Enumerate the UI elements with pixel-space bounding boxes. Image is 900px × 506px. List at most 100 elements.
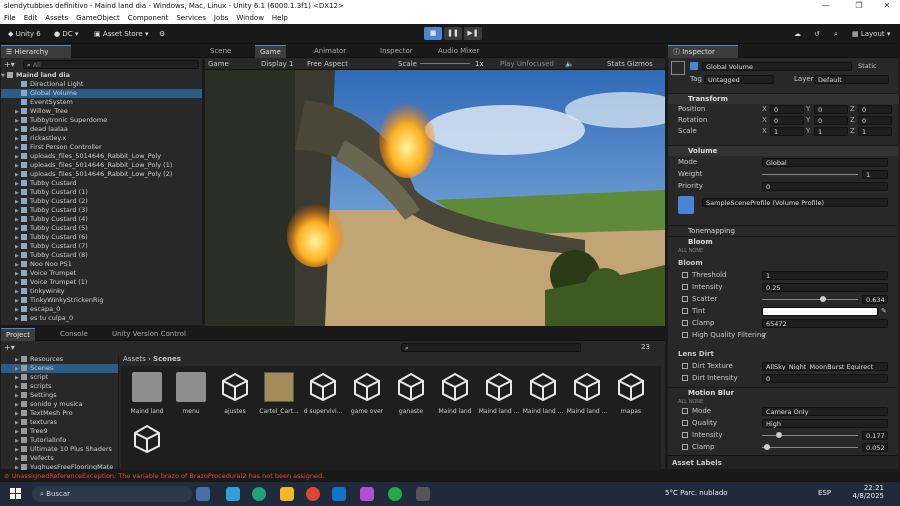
bloom-header[interactable]: Bloom (668, 236, 899, 247)
override-checkbox[interactable] (682, 320, 688, 326)
aspect-dropdown[interactable]: Free Aspect (307, 60, 348, 68)
motion-blur-quality-dropdown[interactable]: High (762, 419, 888, 428)
bloom-all-none[interactable]: ALL NONE (678, 248, 703, 254)
bloom-clamp-field[interactable]: 65472 (762, 319, 888, 328)
volume-header[interactable]: Volume (668, 145, 899, 156)
hierarchy-item[interactable]: ▶ Tubby Custard (5) (1, 224, 202, 233)
transform-scale-y[interactable]: 1 (814, 127, 848, 136)
override-checkbox[interactable] (682, 332, 688, 338)
asset-item[interactable]: menu (169, 372, 213, 415)
asset-item[interactable]: Maind land ... (521, 372, 565, 415)
outlook-icon[interactable] (332, 487, 346, 501)
chrome-icon[interactable] (306, 487, 320, 501)
volume-weight-field[interactable]: 1 (862, 170, 888, 179)
folder-item[interactable]: ▶ Scenes (1, 364, 118, 373)
volume-mode-dropdown[interactable]: Global (762, 158, 888, 167)
motion-blur-clamp-field[interactable]: 0.052 (862, 443, 888, 452)
language-indicator[interactable]: ESP (818, 489, 831, 497)
layer-dropdown[interactable]: Default (814, 75, 889, 84)
clock[interactable]: 22:21 4/8/2025 (850, 484, 884, 500)
display-dropdown[interactable]: Display 1 (261, 60, 293, 68)
cloud-icon[interactable]: ☁ (790, 27, 805, 41)
hierarchy-item[interactable]: ▶ Tubby Custard (7) (1, 242, 202, 251)
chrome-alt-icon[interactable] (388, 487, 402, 501)
hierarchy-item[interactable]: ▶ Tubby Custard (6) (1, 233, 202, 242)
menu-help[interactable]: Help (268, 12, 292, 24)
menu-window[interactable]: Window (232, 12, 268, 24)
slider-thumb[interactable] (819, 296, 826, 302)
cloud-tools-icon[interactable]: ⚙ (155, 27, 171, 41)
hierarchy-item[interactable]: ▶ First Person Controller (1, 143, 202, 152)
override-checkbox[interactable] (682, 296, 688, 302)
menu-services[interactable]: Services (172, 12, 210, 24)
status-bar[interactable]: ⊘ UnassignedReferenceException: The vari… (0, 470, 900, 482)
search-icon[interactable]: ⌕ (830, 27, 842, 41)
asset-item[interactable]: mapas (609, 372, 653, 415)
transform-position-z[interactable]: 0 (858, 105, 892, 114)
override-checkbox[interactable] (682, 308, 688, 314)
scale-slider[interactable] (420, 63, 470, 64)
project-search-input[interactable]: ⌕ (401, 343, 581, 352)
play-button[interactable]: ■ (424, 27, 442, 40)
transform-rotation-z[interactable]: 0 (858, 116, 892, 125)
folder-icon[interactable] (280, 487, 294, 501)
asset-item[interactable]: Maind land (433, 372, 477, 415)
history-icon[interactable]: ↺ (810, 27, 824, 41)
asset-item[interactable]: d supervivi... (301, 372, 345, 415)
motion-blur-all-none[interactable]: ALL NONE (678, 399, 703, 405)
bloom-scatter-field[interactable]: 0.634 (862, 295, 888, 304)
motion-blur-clamp-slider[interactable] (762, 447, 858, 448)
tab-inspector[interactable]: ⓘ Inspector (668, 45, 738, 58)
bloom-scatter-slider[interactable] (762, 299, 858, 300)
asset-item[interactable]: ganaste (389, 372, 433, 415)
stats-button[interactable]: Stats (607, 60, 625, 68)
hierarchy-item[interactable]: ▶ Tubby Custard (4) (1, 215, 202, 224)
volume-profile-field[interactable]: SampleSceneProfile (Volume Profile) (702, 198, 888, 207)
gizmos-button[interactable]: Gizmos (627, 60, 653, 68)
bloom-intensity-field[interactable]: 0.25 (762, 283, 888, 292)
folder-item[interactable]: ▶ script (1, 373, 118, 382)
breadcrumb-scenes[interactable]: Scenes (153, 355, 181, 363)
edge-icon[interactable] (252, 487, 266, 501)
bloom-tint-color[interactable] (762, 307, 878, 316)
hierarchy-item[interactable]: ▶ uploads_files_5014646_Rabbit_Low_Poly (… (1, 161, 202, 170)
override-checkbox[interactable] (682, 272, 688, 278)
folder-item[interactable]: ▶ Tree9 (1, 427, 118, 436)
hierarchy-item[interactable]: Directional Light (1, 80, 202, 89)
asset-item[interactable]: Maind land ... (565, 372, 609, 415)
dirt-intensity-field[interactable]: 0 (762, 374, 888, 383)
close-icon[interactable]: ✕ (876, 0, 898, 12)
hierarchy-search-input[interactable]: ⌕ All (23, 60, 199, 69)
transform-position-x[interactable]: 0 (770, 105, 804, 114)
tab-animator[interactable]: Animator (309, 45, 351, 58)
game-mode-dropdown[interactable]: Game (208, 60, 229, 68)
asset-item[interactable]: Maind land ... (477, 372, 521, 415)
active-checkbox[interactable] (690, 62, 698, 70)
override-checkbox[interactable] (682, 363, 688, 369)
hierarchy-item[interactable]: ▶ Tubby Custard (3) (1, 206, 202, 215)
static-toggle[interactable]: Static (858, 62, 877, 70)
copilot-icon[interactable] (360, 487, 374, 501)
maximize-icon[interactable]: ❐ (848, 0, 870, 12)
eyedropper-icon[interactable]: ✎ (881, 307, 887, 315)
volume-weight-slider[interactable] (762, 174, 858, 175)
hierarchy-item[interactable]: ▶ Voice Trumpet (1) (1, 278, 202, 287)
hierarchy-item[interactable]: EventSystem (1, 98, 202, 107)
folder-item[interactable]: ▶ Settings (1, 391, 118, 400)
unity-account-button[interactable]: ◆ Unity 6 (4, 27, 45, 41)
file-explorer-icon[interactable] (226, 487, 240, 501)
motion-blur-header[interactable]: Motion Blur (668, 387, 899, 398)
hierarchy-item[interactable]: ▶ escapa_0 (1, 305, 202, 314)
asset-item[interactable]: Cartel_Cart... (257, 372, 301, 415)
transform-scale-z[interactable]: 1 (858, 127, 892, 136)
dirt-texture-field[interactable]: AllSky_Night_MoonBurst Equirect (762, 362, 888, 371)
asset-item[interactable]: Maind land (125, 372, 169, 415)
override-checkbox[interactable] (682, 375, 688, 381)
menu-edit[interactable]: Edit (20, 12, 42, 24)
override-checkbox[interactable] (682, 420, 688, 426)
object-name-field[interactable]: Global Volume (702, 62, 852, 71)
volume-priority-field[interactable]: 0 (762, 182, 888, 191)
folder-item[interactable]: ▶ Vefects (1, 454, 118, 463)
transform-rotation-x[interactable]: 0 (770, 116, 804, 125)
hierarchy-item[interactable]: ▶ TinkyWinkyStrickenRig (1, 296, 202, 305)
